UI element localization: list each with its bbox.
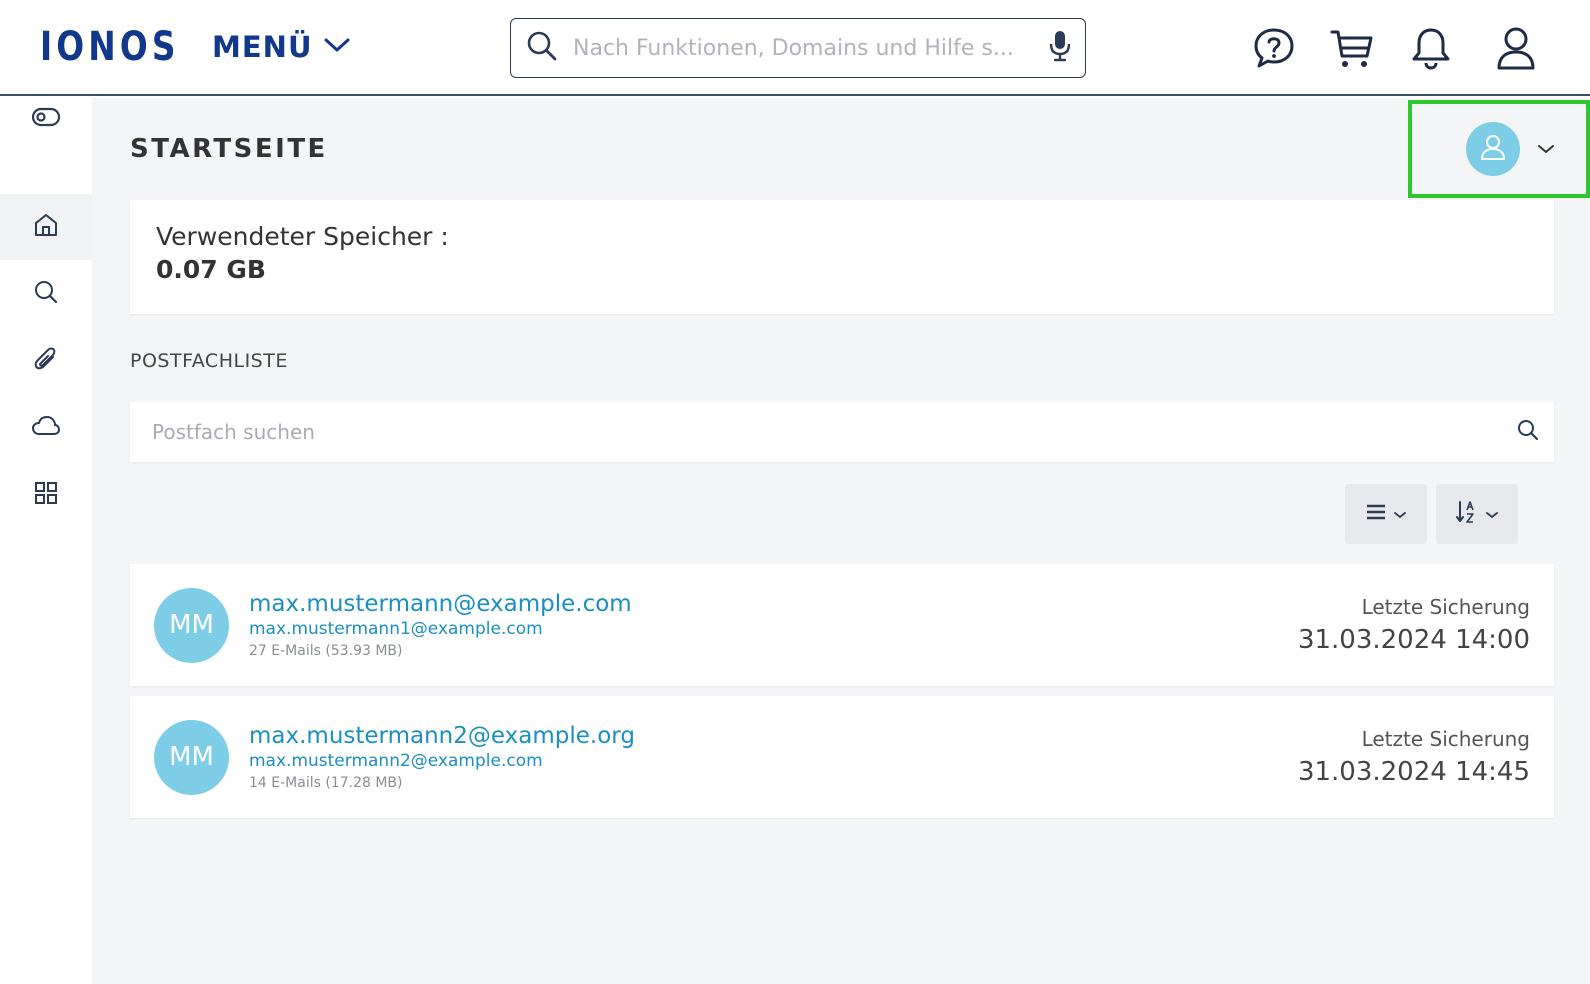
menu-label: MENÜ — [212, 30, 313, 64]
backup-date: 31.03.2024 14:45 — [1297, 757, 1530, 787]
backup-date: 31.03.2024 14:00 — [1297, 625, 1530, 655]
mailbox-count: 14 E-Mails (17.28 MB) — [249, 775, 403, 791]
paperclip-icon — [33, 345, 59, 377]
mailbox-alias: max.mustermann2@example.com — [249, 751, 543, 771]
mailbox-email-link[interactable]: max.mustermann2@example.org — [249, 723, 635, 749]
sidebar-item-home[interactable] — [0, 194, 92, 260]
mailbox-info: max.mustermann2@example.org max.musterma… — [249, 723, 1298, 791]
mailbox-row[interactable]: MM max.mustermann2@example.org max.muste… — [130, 696, 1554, 818]
home-icon — [33, 212, 59, 242]
search-icon — [33, 279, 59, 309]
account-avatar — [1466, 122, 1520, 176]
mailbox-avatar: MM — [154, 587, 229, 663]
chevron-down-icon — [1393, 505, 1407, 524]
mailbox-count: 27 E-Mails (53.93 MB) — [249, 643, 403, 659]
grid-icon — [33, 480, 59, 510]
storage-value: 0.07 GB — [156, 255, 266, 284]
sort-button[interactable] — [1436, 484, 1518, 544]
backup-label: Letzte Sicherung — [1361, 595, 1530, 619]
menu-button[interactable]: MENÜ — [212, 30, 351, 64]
view-mode-button[interactable] — [1345, 484, 1427, 544]
sidebar-item-search[interactable] — [0, 261, 92, 327]
storage-label: Verwendeter Speicher : — [156, 222, 449, 251]
mailbox-search — [130, 402, 1554, 462]
help-chat-icon[interactable] — [1248, 22, 1300, 74]
top-bar: IONOS MENÜ — [0, 0, 1590, 96]
bell-icon[interactable] — [1405, 22, 1457, 74]
mailbox-email-link[interactable]: max.mustermann@example.com — [249, 591, 632, 617]
global-search — [510, 18, 1086, 78]
microphone-icon[interactable] — [1049, 29, 1071, 67]
global-search-input[interactable] — [573, 35, 1049, 61]
sidebar-item-attachments[interactable] — [0, 328, 92, 394]
mailbox-avatar: MM — [154, 719, 229, 795]
cart-icon[interactable] — [1326, 22, 1378, 74]
user-icon — [1478, 132, 1508, 166]
mailbox-backup: Letzte Sicherung 31.03.2024 14:45 — [1298, 727, 1530, 787]
mailbox-section-title: POSTFACHLISTE — [130, 350, 288, 372]
cloud-icon — [31, 414, 61, 442]
chevron-down-icon — [323, 36, 351, 58]
mailbox-row[interactable]: MM max.mustermann@example.com max.muster… — [130, 564, 1554, 686]
mailbox-info: max.mustermann@example.com max.musterman… — [249, 591, 1298, 659]
ionos-logo[interactable]: IONOS — [40, 24, 180, 70]
sort-az-icon — [1455, 499, 1479, 529]
sidebar — [0, 98, 92, 984]
account-switcher[interactable] — [1408, 100, 1590, 198]
page-title: STARTSEITE — [130, 134, 328, 164]
mailbox-backup: Letzte Sicherung 31.03.2024 14:00 — [1298, 595, 1530, 655]
list-view-icon — [1365, 503, 1387, 525]
main-content: STARTSEITE Verwendeter Speicher : 0.07 G… — [92, 98, 1590, 984]
toggle-icon — [31, 107, 61, 131]
sidebar-item-cloud[interactable] — [0, 395, 92, 461]
mailbox-search-input[interactable] — [152, 420, 1516, 444]
mailbox-alias: max.mustermann1@example.com — [249, 619, 543, 639]
storage-card: Verwendeter Speicher : 0.07 GB — [130, 200, 1554, 314]
chevron-down-icon — [1536, 140, 1556, 159]
sidebar-item-apps[interactable] — [0, 462, 92, 528]
chevron-down-icon — [1485, 505, 1499, 524]
search-icon[interactable] — [525, 29, 559, 67]
backup-label: Letzte Sicherung — [1361, 727, 1530, 751]
sidebar-toggle[interactable] — [0, 86, 92, 152]
search-icon[interactable] — [1516, 418, 1540, 446]
user-account-icon[interactable] — [1490, 22, 1542, 74]
